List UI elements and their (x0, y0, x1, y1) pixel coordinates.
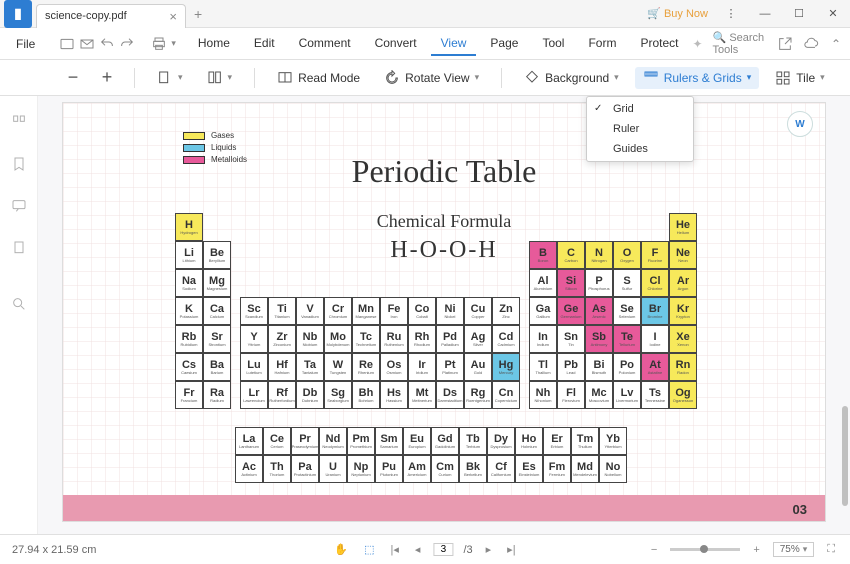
page-number: 03 (793, 502, 807, 517)
dropdown-item-grid[interactable]: ✓Grid (587, 99, 693, 119)
cloud-icon[interactable] (803, 33, 819, 55)
hand-tool-icon[interactable]: ✋ (331, 543, 351, 556)
minimize-icon[interactable]: — (754, 3, 776, 25)
print-icon[interactable] (151, 33, 167, 55)
background-btn[interactable]: Background▾ (516, 67, 627, 89)
search-tools[interactable]: 🔍 Search Tools (713, 31, 767, 56)
last-page-icon[interactable]: ▸| (504, 543, 518, 556)
page-layout-btn[interactable]: ▾ (199, 67, 241, 89)
menu-tool[interactable]: Tool (532, 32, 574, 56)
collapse-ribbon-icon[interactable]: ⌃ (829, 33, 844, 55)
current-page-input[interactable] (433, 543, 453, 556)
buy-now-link[interactable]: 🛒 Buy Now (647, 7, 708, 20)
rotate-view-btn[interactable]: Rotate View▾ (376, 67, 487, 89)
search-icon[interactable] (9, 294, 29, 314)
comments-icon[interactable] (9, 196, 29, 216)
menu-edit[interactable]: Edit (244, 32, 285, 56)
bookmark-icon[interactable] (9, 154, 29, 174)
zoom-out-icon[interactable]: − (60, 65, 86, 91)
zoom-in-icon[interactable]: + (94, 65, 120, 91)
doc-title: Periodic Table (352, 153, 537, 190)
app-icon[interactable]: ▮ (4, 0, 32, 28)
app-menu-icon[interactable]: ⋮ (720, 3, 742, 25)
menu-view[interactable]: View (431, 32, 477, 56)
fullscreen-icon[interactable]: ⛶ (824, 543, 838, 556)
page-footer: 03 (63, 495, 825, 521)
open-icon[interactable] (59, 33, 75, 55)
ai-icon[interactable]: ✦ (692, 37, 702, 51)
document-tab[interactable]: science-copy.pdf × (36, 4, 186, 28)
attachments-icon[interactable] (9, 238, 29, 258)
menu-protect[interactable]: Protect (630, 32, 688, 56)
zoom-in-status-icon[interactable]: + (750, 544, 762, 556)
close-tab-icon[interactable]: × (169, 9, 177, 24)
select-tool-icon[interactable]: ⬚ (361, 543, 377, 556)
pdf-page: W GasesLiquidsMetalloids Periodic Table … (62, 102, 826, 522)
titlebar: ▮ science-copy.pdf × + 🛒 Buy Now ⋮ — ☐ ✕ (0, 0, 850, 28)
menu-convert[interactable]: Convert (365, 32, 427, 56)
document-canvas[interactable]: ✓GridRulerGuides W GasesLiquidsMetalloid… (38, 96, 850, 534)
doc-formula: H-O-O-H (390, 237, 497, 264)
statusbar: 27.94 x 21.59 cm ✋ ⬚ |◂ ◂ /3 ▸ ▸| − + 75… (0, 534, 850, 564)
zoom-level[interactable]: 75%▾ (773, 542, 815, 557)
zoom-slider[interactable] (670, 548, 740, 551)
maximize-icon[interactable]: ☐ (788, 3, 810, 25)
share-icon[interactable] (777, 33, 793, 55)
word-export-badge[interactable]: W (787, 111, 813, 137)
rulers-grids-dropdown: ✓GridRulerGuides (586, 96, 694, 162)
dropdown-item-ruler[interactable]: Ruler (587, 119, 693, 139)
fit-page-btn[interactable]: ▾ (149, 67, 191, 89)
menu-page[interactable]: Page (480, 32, 528, 56)
left-sidebar (0, 96, 38, 534)
read-mode-btn[interactable]: Read Mode (269, 67, 368, 89)
tab-filename: science-copy.pdf (45, 10, 127, 22)
redo-icon[interactable] (119, 33, 135, 55)
view-toolbar: − + ▾ ▾ Read Mode Rotate View▾ Backgroun… (0, 60, 850, 96)
dropdown-item-guides[interactable]: Guides (587, 139, 693, 159)
zoom-out-status-icon[interactable]: − (648, 544, 660, 556)
first-page-icon[interactable]: |◂ (388, 543, 402, 556)
tile-btn[interactable]: Tile▾ (767, 67, 832, 89)
undo-icon[interactable] (99, 33, 115, 55)
thumbnails-icon[interactable] (9, 112, 29, 132)
menu-comment[interactable]: Comment (289, 32, 361, 56)
total-pages: /3 (463, 544, 472, 556)
page-dimensions: 27.94 x 21.59 cm (12, 544, 96, 556)
mail-icon[interactable] (79, 33, 95, 55)
print-dropdown-icon[interactable]: ▾ (171, 38, 176, 49)
legend: GasesLiquidsMetalloids (183, 131, 247, 167)
menubar: File ▾ HomeEditCommentConvertViewPageToo… (0, 28, 850, 60)
next-page-icon[interactable]: ▸ (483, 543, 495, 556)
rulers-grids-btn[interactable]: Rulers & Grids▾ (635, 67, 760, 89)
prev-page-icon[interactable]: ◂ (412, 543, 424, 556)
add-tab-icon[interactable]: + (194, 6, 202, 22)
menu-form[interactable]: Form (578, 32, 626, 56)
doc-subtitle: Chemical Formula (377, 211, 511, 232)
menu-home[interactable]: Home (188, 32, 240, 56)
scrollbar[interactable] (842, 406, 848, 506)
file-menu[interactable]: File (8, 37, 43, 51)
close-window-icon[interactable]: ✕ (822, 3, 844, 25)
